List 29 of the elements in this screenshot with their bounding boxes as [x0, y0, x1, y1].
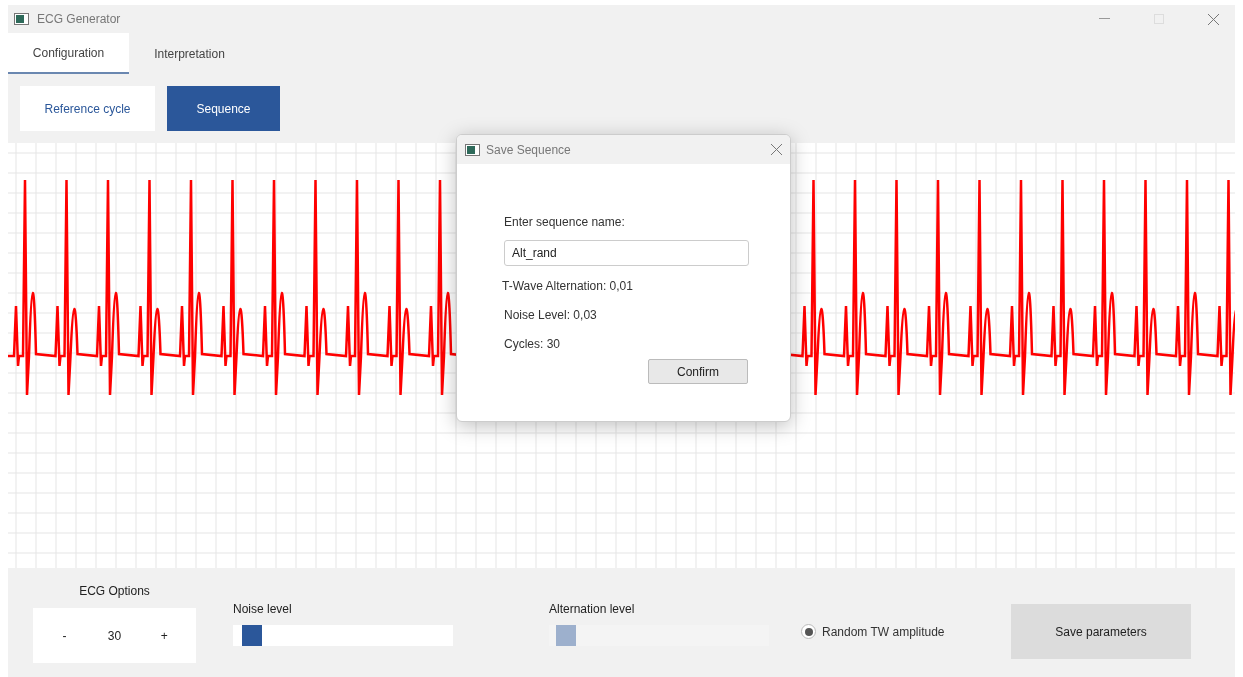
- save-parameters-button[interactable]: Save parameters: [1011, 604, 1191, 659]
- cycle-stepper[interactable]: - 30 +: [33, 608, 196, 663]
- decrement-button[interactable]: -: [44, 626, 85, 645]
- prompt-text: Enter sequence name:: [504, 214, 626, 231]
- dialog-title: Save Sequence: [486, 141, 571, 159]
- mode-button[interactable]: Sequence: [167, 86, 280, 131]
- slider-track[interactable]: [233, 624, 453, 646]
- app-icon: [465, 143, 480, 156]
- confirm-button[interactable]: Confirm: [648, 359, 748, 384]
- summary-text: Noise Level: 0,03: [504, 307, 598, 324]
- minimize-icon[interactable]: [1099, 18, 1110, 20]
- window-title: ECG Generator: [37, 11, 121, 28]
- slider-label: Alternation level: [549, 600, 636, 618]
- radio-dot[interactable]: [801, 624, 816, 639]
- tab[interactable]: Configuration: [8, 33, 129, 74]
- close-icon[interactable]: [771, 144, 782, 155]
- sequence-name-field[interactable]: Alt_rand: [504, 240, 749, 266]
- options-title: ECG Options: [79, 583, 150, 600]
- increment-button[interactable]: +: [144, 626, 185, 645]
- slider-thumb[interactable]: [241, 624, 262, 646]
- close-icon[interactable]: [1208, 13, 1219, 25]
- slider-label: Noise level: [233, 600, 293, 618]
- cycle-count: 30: [107, 627, 122, 645]
- mode-button[interactable]: Reference cycle: [20, 86, 155, 131]
- random-tw-radio[interactable]: Random TW amplitude: [801, 622, 945, 641]
- tab[interactable]: Interpretation: [129, 33, 250, 74]
- summary-text: Cycles: 30: [504, 336, 562, 353]
- summary-text: T-Wave Alternation: 0,01: [502, 278, 634, 295]
- app-icon: [14, 13, 29, 25]
